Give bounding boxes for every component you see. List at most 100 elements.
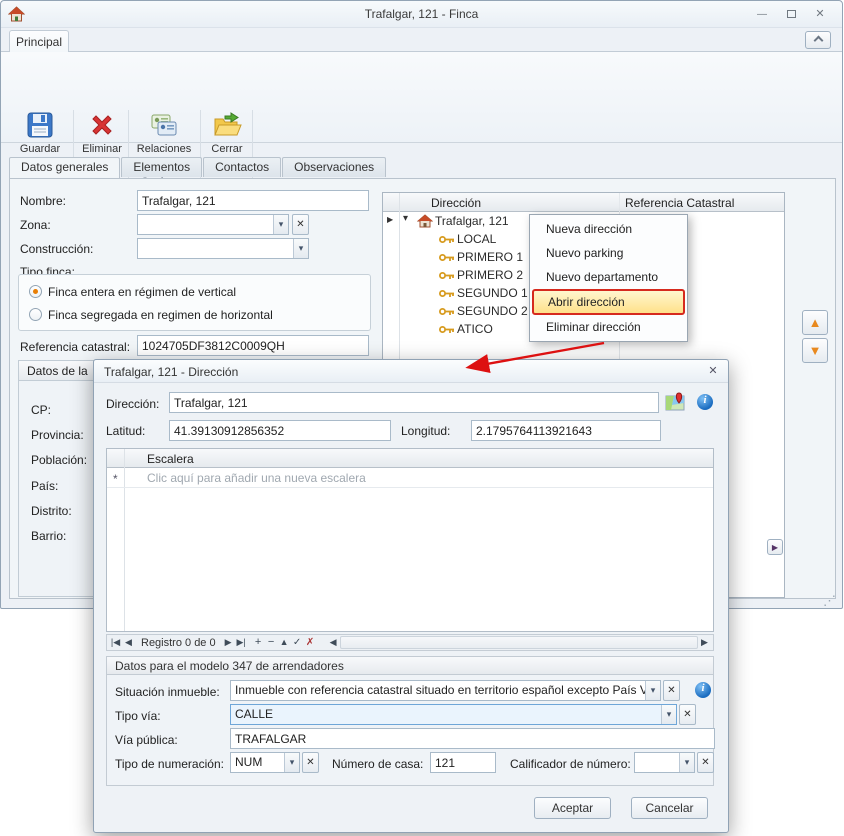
clear-icon: ✕ bbox=[306, 757, 314, 768]
calificador-combo[interactable]: ▾ bbox=[634, 752, 695, 773]
context-menu: Nueva dirección Nuevo parking Nuevo depa… bbox=[529, 214, 688, 342]
referencia-input[interactable] bbox=[137, 335, 369, 356]
tab-observaciones[interactable]: Observaciones bbox=[282, 157, 386, 177]
tipo-via-value: CALLE bbox=[231, 705, 661, 724]
key-icon bbox=[439, 235, 455, 244]
nav-delete-button[interactable]: − bbox=[265, 635, 278, 650]
zona-value bbox=[138, 215, 273, 234]
via-publica-input[interactable] bbox=[230, 728, 715, 749]
dropdown-icon[interactable]: ▾ bbox=[293, 239, 308, 258]
expander-icon[interactable]: ▾ bbox=[403, 213, 408, 224]
radio-finca-vertical[interactable] bbox=[29, 285, 42, 298]
nav-edit-button[interactable]: ▲ bbox=[278, 635, 291, 650]
save-close-label-line1: Guardar bbox=[11, 143, 69, 155]
menu-item-eliminar-direccion[interactable]: Eliminar dirección bbox=[532, 315, 685, 339]
cancelar-button[interactable]: Cancelar bbox=[631, 797, 708, 819]
dropdown-icon[interactable]: ▾ bbox=[273, 215, 288, 234]
aceptar-button[interactable]: Aceptar bbox=[534, 797, 611, 819]
menu-item-abrir-direccion[interactable]: Abrir dirección bbox=[532, 289, 685, 315]
tree-root-label: Trafalgar, 121 bbox=[435, 214, 509, 228]
hscroll-track[interactable] bbox=[340, 636, 698, 649]
annotation-arrow bbox=[452, 338, 612, 376]
latitud-input[interactable] bbox=[169, 420, 391, 441]
resize-grip[interactable]: ⋰ bbox=[823, 593, 839, 607]
clear-icon: ✕ bbox=[667, 685, 675, 696]
dropdown-icon[interactable]: ▾ bbox=[645, 681, 660, 700]
tipo-finca-groupbox: Finca entera en régimen de vertical Finc… bbox=[18, 274, 371, 331]
menu-item-nueva-direccion[interactable]: Nueva dirección bbox=[532, 217, 685, 241]
tab-elementos[interactable]: Elementos bbox=[121, 157, 202, 177]
info-icon[interactable]: i bbox=[697, 394, 713, 410]
ribbon-tab-principal[interactable]: Principal bbox=[9, 30, 69, 52]
construccion-combo[interactable]: ▾ bbox=[137, 238, 309, 259]
ribbon-collapse-button[interactable] bbox=[805, 31, 831, 49]
nav-next-button[interactable]: ▶ bbox=[222, 635, 235, 650]
escalera-grid: Escalera * Clic aquí para añadir una nue… bbox=[106, 448, 714, 632]
zona-clear-button[interactable]: ✕ bbox=[292, 214, 309, 235]
column-header-direccion[interactable]: Dirección bbox=[431, 194, 481, 212]
calificador-label: Calificador de número: bbox=[510, 755, 631, 773]
escalera-new-row[interactable]: * Clic aquí para añadir una nueva escale… bbox=[107, 468, 713, 488]
maximize-button[interactable] bbox=[778, 6, 804, 23]
situacion-value: Inmueble con referencia catastral situad… bbox=[231, 681, 645, 700]
titlebar[interactable]: Trafalgar, 121 - Finca — ✕ bbox=[1, 1, 842, 28]
tab-datos-generales[interactable]: Datos generales bbox=[9, 157, 120, 178]
situacion-clear-button[interactable]: ✕ bbox=[663, 680, 680, 701]
dropdown-icon[interactable]: ▾ bbox=[284, 753, 299, 772]
nav-last-button[interactable]: ▶| bbox=[235, 635, 248, 650]
map-button[interactable] bbox=[665, 392, 685, 412]
menu-item-nuevo-parking[interactable]: Nuevo parking bbox=[532, 241, 685, 265]
provincia-label: Provincia: bbox=[31, 426, 84, 444]
column-header-escalera[interactable]: Escalera bbox=[147, 450, 194, 468]
tipo-via-combo[interactable]: CALLE ▾ bbox=[230, 704, 677, 725]
radio-finca-horizontal[interactable] bbox=[29, 308, 42, 321]
menu-item-nuevo-departamento[interactable]: Nuevo departamento bbox=[532, 265, 685, 289]
hscroll-right-button[interactable]: ▶ bbox=[698, 635, 711, 650]
dialog-titlebar[interactable]: Trafalgar, 121 - Dirección ✕ bbox=[94, 360, 728, 383]
info-icon[interactable]: i bbox=[695, 682, 711, 698]
move-down-button[interactable]: ▼ bbox=[802, 338, 828, 363]
tipo-numeracion-clear-button[interactable]: ✕ bbox=[302, 752, 319, 773]
close-folder-icon bbox=[211, 110, 243, 140]
construccion-label: Construcción: bbox=[20, 240, 93, 258]
dialog-direccion-input[interactable] bbox=[169, 392, 659, 413]
calificador-clear-button[interactable]: ✕ bbox=[697, 752, 714, 773]
nav-add-button[interactable]: + bbox=[252, 635, 265, 650]
direccion-dialog: Trafalgar, 121 - Dirección ✕ Dirección: … bbox=[93, 359, 729, 833]
nav-prev-button[interactable]: ◀ bbox=[122, 635, 135, 650]
numero-casa-input[interactable] bbox=[430, 752, 496, 773]
chevron-up-icon bbox=[813, 36, 823, 46]
close-button[interactable]: ✕ bbox=[807, 6, 833, 23]
longitud-input[interactable] bbox=[471, 420, 661, 441]
relations-icon bbox=[148, 110, 180, 140]
dropdown-icon[interactable]: ▾ bbox=[679, 753, 694, 772]
key-icon bbox=[439, 271, 455, 280]
tipo-numeracion-label: Tipo de numeración: bbox=[115, 755, 224, 773]
tree-row-label: LOCAL bbox=[457, 232, 496, 246]
minimize-button[interactable]: — bbox=[749, 6, 775, 23]
maximize-icon bbox=[787, 10, 796, 18]
nombre-input[interactable] bbox=[137, 190, 369, 211]
close-icon: ✕ bbox=[815, 8, 824, 20]
construccion-value bbox=[138, 239, 293, 258]
key-icon bbox=[439, 325, 455, 334]
grid-hscroll-right-button[interactable]: ▶ bbox=[767, 539, 783, 555]
tree-row-label: ATICO bbox=[457, 322, 493, 336]
dialog-direccion-label: Dirección: bbox=[106, 395, 159, 413]
nav-endedit-button[interactable]: ✓ bbox=[291, 635, 304, 650]
move-up-button[interactable]: ▲ bbox=[802, 310, 828, 335]
tipo-numeracion-combo[interactable]: NUM ▾ bbox=[230, 752, 300, 773]
hscroll-left-button[interactable]: ◀ bbox=[327, 635, 340, 650]
new-row-indicator: * bbox=[113, 472, 118, 486]
record-navigator: |◀ ◀ Registro 0 de 0 ▶ ▶| + − ▲ ✓ ✗ ◀ ▶ bbox=[106, 634, 714, 651]
situacion-combo[interactable]: Inmueble con referencia catastral situad… bbox=[230, 680, 661, 701]
radio-horizontal-label: Finca segregada en regimen de horizontal bbox=[48, 306, 273, 324]
tipo-via-clear-button[interactable]: ✕ bbox=[679, 704, 696, 725]
tab-contactos[interactable]: Contactos bbox=[203, 157, 281, 177]
dialog-close-button[interactable]: ✕ bbox=[704, 363, 722, 379]
column-header-referencia[interactable]: Referencia Catastral bbox=[625, 194, 734, 212]
nav-first-button[interactable]: |◀ bbox=[109, 635, 122, 650]
dropdown-icon[interactable]: ▾ bbox=[661, 705, 676, 724]
zona-combo[interactable]: ▾ bbox=[137, 214, 289, 235]
nav-cancel-button[interactable]: ✗ bbox=[304, 635, 317, 650]
